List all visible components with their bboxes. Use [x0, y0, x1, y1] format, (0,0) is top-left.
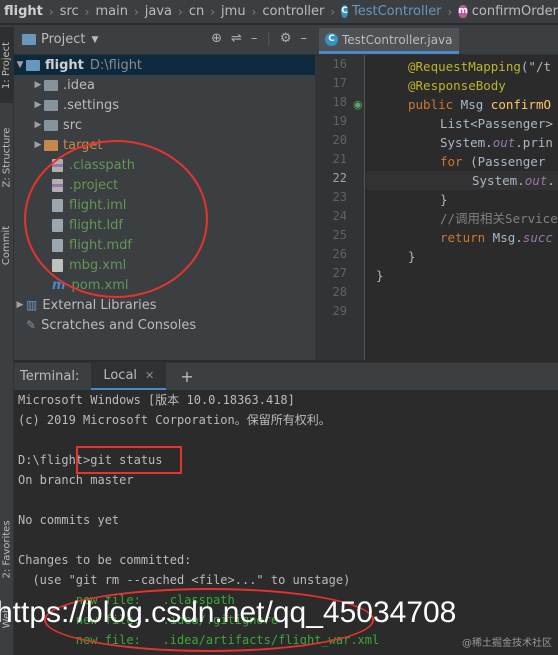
- line-number: 20: [332, 133, 347, 147]
- line-number: 27: [332, 266, 347, 280]
- terminal-tab-local[interactable]: Local ✕: [91, 362, 167, 391]
- line-number: 19: [332, 114, 347, 128]
- folder-icon: [26, 59, 40, 71]
- run-gutter-icon[interactable]: ◉: [353, 98, 363, 111]
- line-number: 18: [332, 95, 347, 109]
- line-number: 28: [332, 285, 347, 299]
- close-icon[interactable]: ✕: [145, 369, 154, 382]
- line-number: 22: [332, 171, 347, 185]
- watermark-small: @稀土掘金技术社区: [462, 638, 552, 649]
- annotation-ellipse: [24, 140, 208, 298]
- breadcrumb-item[interactable]: confirmOrder: [472, 4, 558, 19]
- annotation-rectangle: [76, 446, 182, 474]
- line-number: 26: [332, 247, 347, 261]
- folder-icon: [44, 99, 58, 111]
- breadcrumb-item[interactable]: flight: [4, 4, 43, 19]
- folder-icon: [44, 139, 58, 151]
- tree-scratches[interactable]: ✎ Scratches and Consoles: [14, 315, 315, 335]
- breadcrumb: flight › src › main › java › cn › jmu › contro…: [0, 0, 558, 24]
- terminal-line: Changes to be committed:: [18, 553, 192, 567]
- locate-icon[interactable]: ⊕: [211, 31, 222, 46]
- terminal-header: Terminal: Local ✕ +: [14, 362, 558, 391]
- tree-item[interactable]: ▶ src: [14, 115, 315, 135]
- tree-item[interactable]: ▶ .settings: [14, 95, 315, 115]
- hide-icon[interactable]: –: [301, 31, 308, 46]
- tree-root[interactable]: ▼ flight D:\flight: [14, 55, 315, 75]
- breadcrumb-item[interactable]: TestController: [352, 4, 442, 19]
- chevron-right-icon[interactable]: ▶: [32, 140, 44, 150]
- library-icon: ▥: [26, 298, 38, 312]
- class-icon: C: [325, 33, 338, 46]
- scratches-icon: ✎: [26, 318, 37, 332]
- class-icon: C: [341, 5, 348, 18]
- chevron-right-icon[interactable]: ▶: [32, 80, 44, 90]
- chevron-right-icon[interactable]: ▶: [32, 120, 44, 130]
- code-editor[interactable]: @RequestMapping("/t @ResponseBody public…: [366, 55, 558, 360]
- project-panel-header: Project ▼ ⊕ ⇌ – | ⚙ –: [14, 25, 315, 55]
- chevron-down-icon[interactable]: ▼: [14, 60, 26, 70]
- folder-icon: [44, 79, 58, 91]
- tab-structure[interactable]: Z: Structure: [0, 117, 14, 197]
- terminal-line: (use "git rm --cached <file>..." to unst…: [18, 573, 351, 587]
- chevron-right-icon[interactable]: ▶: [32, 100, 44, 110]
- terminal-line: Microsoft Windows [版本 10.0.18363.418]: [18, 393, 295, 407]
- tab-favorites[interactable]: 2: Favorites: [0, 509, 14, 589]
- tab-commit[interactable]: Commit: [0, 219, 14, 271]
- breadcrumb-item[interactable]: jmu: [221, 4, 246, 19]
- line-number: 24: [332, 209, 347, 223]
- line-number: 17: [332, 76, 347, 90]
- breadcrumb-item[interactable]: controller: [262, 4, 324, 19]
- minus-icon[interactable]: –: [251, 31, 258, 46]
- new-terminal-icon[interactable]: +: [180, 367, 193, 386]
- terminal-line: (c) 2019 Microsoft Corporation。保留所有权利。: [18, 413, 331, 427]
- tree-external-libraries[interactable]: ▶ ▥ External Libraries: [14, 295, 315, 315]
- gear-icon[interactable]: ⚙: [280, 31, 292, 46]
- line-number: 25: [332, 228, 347, 242]
- line-number: 23: [332, 190, 347, 204]
- breadcrumb-item[interactable]: src: [60, 4, 79, 19]
- project-title[interactable]: Project: [41, 32, 85, 47]
- breadcrumb-item[interactable]: cn: [189, 4, 204, 19]
- tab-project[interactable]: 1: Project: [0, 27, 14, 103]
- chevron-right-icon[interactable]: ▶: [14, 300, 26, 310]
- watermark: https://blog.csdn.net/qq_45034708: [0, 596, 457, 629]
- terminal-line: No commits yet: [18, 513, 120, 527]
- breadcrumb-item[interactable]: main: [95, 4, 127, 19]
- project-icon: [22, 34, 36, 45]
- breadcrumb-item[interactable]: java: [145, 4, 172, 19]
- tree-item[interactable]: ▶ .idea: [14, 75, 315, 95]
- tab-testcontroller[interactable]: C TestController.java: [319, 28, 459, 54]
- line-number: 16: [332, 57, 347, 71]
- chevron-down-icon[interactable]: ▼: [91, 35, 98, 45]
- folder-icon: [44, 119, 58, 131]
- line-number: 29: [332, 304, 347, 318]
- line-number: 21: [332, 152, 347, 166]
- terminal-label: Terminal:: [20, 369, 80, 384]
- left-tool-strip: 1: Project Z: Structure Commit 2: Favori…: [0, 25, 14, 655]
- editor-tabs: C TestController.java: [315, 25, 558, 55]
- method-icon: m: [458, 5, 468, 18]
- line-number-gutter: 16 17 18 19 20 21 22 23 24 25 26 27 28 2…: [315, 55, 365, 360]
- collapse-icon[interactable]: ⇌: [231, 31, 242, 46]
